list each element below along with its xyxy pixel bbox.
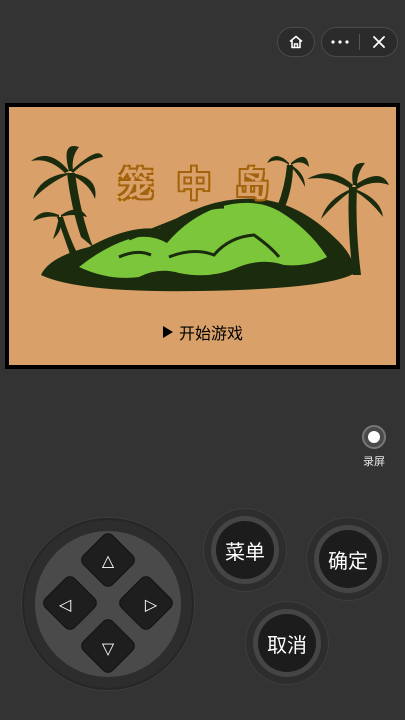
cancel-button[interactable]: 取消	[258, 614, 316, 672]
title-char: 岛	[235, 165, 269, 205]
home-button[interactable]	[277, 27, 315, 57]
game-title: 笼 中 岛	[119, 165, 269, 205]
more-dots-icon	[331, 40, 349, 44]
divider	[359, 34, 360, 50]
menu-button[interactable]: 菜单	[216, 521, 274, 579]
record-icon	[362, 425, 386, 449]
menu-option-label: 开始游戏	[179, 324, 244, 343]
close-button[interactable]	[366, 35, 392, 49]
start-game-option[interactable]: 开始游戏	[163, 320, 243, 344]
confirm-button[interactable]: 确定	[319, 530, 377, 588]
title-char: 笼	[119, 165, 153, 205]
close-icon	[373, 36, 385, 48]
record-label: 录屏	[363, 455, 385, 468]
record-button[interactable]: 录屏	[359, 425, 389, 469]
selection-cursor-icon	[163, 326, 173, 338]
home-icon	[288, 34, 304, 50]
game-screen[interactable]: 笼 中 岛 开始游戏	[5, 103, 400, 369]
title-char: 中	[177, 165, 211, 205]
more-button[interactable]	[327, 39, 353, 45]
capsule-controls	[321, 27, 398, 57]
